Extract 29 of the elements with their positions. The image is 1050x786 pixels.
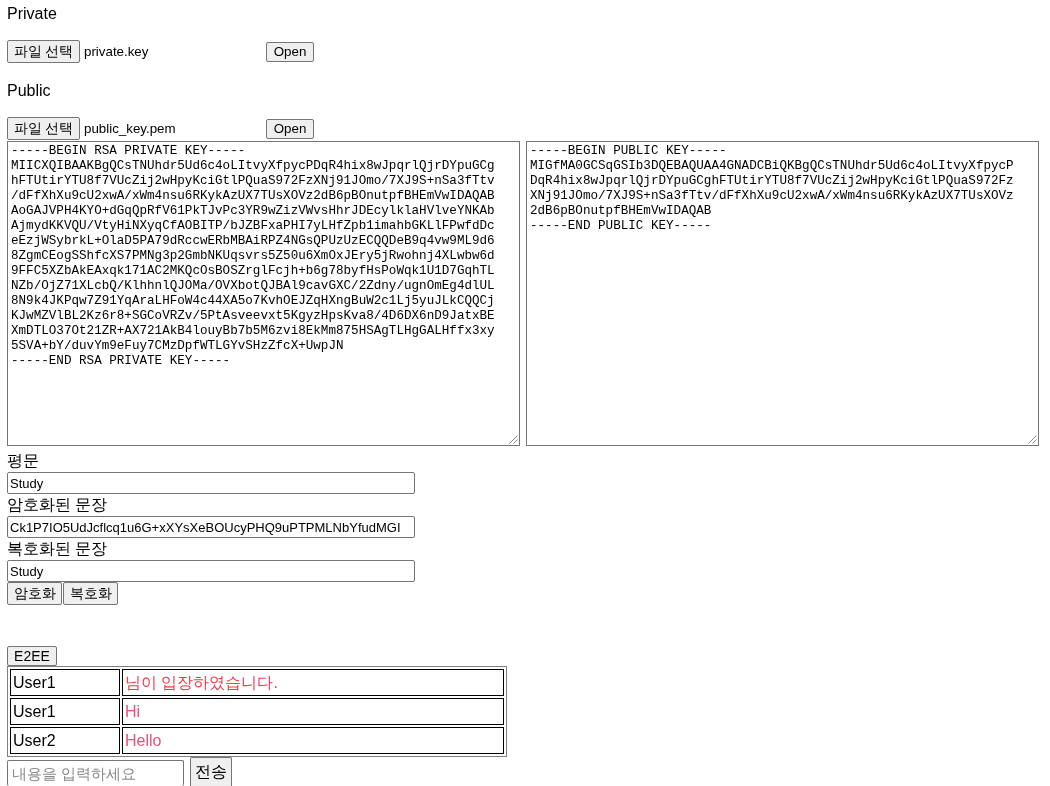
key-label: Public bbox=[7, 81, 51, 100]
key-label: Private bbox=[7, 4, 57, 23]
text-field[interactable]: Study bbox=[7, 560, 415, 582]
key-textarea[interactable]: -----BEGIN PUBLIC KEY----- MIGfMA0GCSqGSIb3DQEBAQUAA4GNADCBiQKBgQCsTNUhdr5Ud6c4oLItvyXfpycP DqR4hix8wJpqrlQjrDYpuGCghFTUtirYTU8f7VUcZij2wHpyKciGtlPQuaS972Fz XNj91JOmo/7XJ9S+nSa3fTtv/dFfXhXu9cU2xwA/xWm4nsu6RKykAzUX7TUsXOVz 2dB6pBOnutpfBHEmVwIDAQAB -----END PUBLIC KEY----- bbox=[526, 141, 1039, 446]
file-name: private.key bbox=[84, 44, 149, 59]
field-label: 평문 bbox=[7, 451, 39, 471]
choose-file-button[interactable]: 파일 선택 bbox=[7, 117, 80, 140]
e2ee-button[interactable]: E2EE bbox=[7, 646, 57, 666]
file-name: public_key.pem bbox=[84, 121, 176, 136]
resize-grip-icon[interactable] bbox=[509, 435, 518, 444]
action-button[interactable]: 암호화 bbox=[7, 582, 62, 605]
message-cell: Hello bbox=[122, 727, 504, 754]
text-field[interactable]: Ck1P7IO5UdJcflcq1u6G+xXYsXeBOUcyPHQ9uPTPMLNbYfudMGI bbox=[7, 516, 415, 538]
open-button[interactable]: Open bbox=[266, 118, 314, 139]
user-cell: User2 bbox=[10, 727, 120, 754]
message-cell: Hi bbox=[122, 698, 504, 725]
message-input[interactable]: 내용을 입력하세요 bbox=[7, 760, 184, 786]
field-label: 암호화된 문장 bbox=[7, 495, 108, 515]
text-field[interactable]: Study bbox=[7, 472, 415, 494]
user-cell: User1 bbox=[10, 669, 120, 696]
open-button[interactable]: Open bbox=[266, 41, 314, 62]
action-button[interactable]: 복호화 bbox=[63, 582, 118, 605]
field-label: 복호화된 문장 bbox=[7, 539, 108, 559]
message-cell: 님이 입장하였습니다. bbox=[122, 669, 504, 696]
key-textarea[interactable]: -----BEGIN RSA PRIVATE KEY----- MIICXQIBAAKBgQCsTNUhdr5Ud6c4oLItvyXfpycPDqR4hix8wJpqrlQjrDYpuGCg hFTUtirYTU8f7VUcZij2wHpyKciGtlPQuaS972FzXNj91JOmo/7XJ9S+nSa3fTtv /dFfXhXu9cU2xwA/xWm4nsu6RKykAzUX7TUsXOVz2dB6pBOnutpfBHEmVwIDAQAB AoGAJVPH4KYO+dGqQpRfV61PkTJvPc3YR9wZizVWvsHhrJDEcylklaHVlveYNKAb AjmydKKVQU/VtyHiNXyqCfAOBITP/bJZBFxaPHI7yLHfZpb1imahbGKLlFPwfdDc eEzjWSybrkL+OlaD5PA79dRccwERbMBAiRPZ4NGsQPUzUzECQQDeB9q4vw9ML9d6 8ZgmCEogSShfcXS7PMNg3p2GmbNKUqsvrs5Z50u6XmOxJEry5jRwohnj4XLwbw6d 9FFC5XZbAkEAxqk171AC2MKQcOsBOSZrglFcjh+b6g78byfHsPoWqk1U1D7GqhTL NZb/OjZ71XLcbQ/KlhhnlQJOMa/OVXbotQJBAl9cavGXC/2Zdny/ugnOmEg4dlUL 8N9k4JKPqw7Z91YqAraLHFoW4c44XA5o7KvhOEJZqHXngBuW2c1Lj5yuJLkCQQCj KJwMZVlBL2Kz6r8+SGCoVRZv/5PtAsveevxt5KgyzHpsKva8/4D6DX6nD9JatxBE XmDTLO37Ot21ZR+AX721AkB4louyBb7b5M6zvi8EkMm875HSAgTLHgGALHffx3xy 5SVA+bY/duvYm9eFuy7CMzDpfWTLGYvSHzZfcX+UwpJN -----END RSA PRIVATE KEY----- bbox=[7, 141, 520, 446]
send-button[interactable]: 전송 bbox=[190, 757, 232, 786]
choose-file-button[interactable]: 파일 선택 bbox=[7, 40, 80, 63]
user-cell: User1 bbox=[10, 698, 120, 725]
resize-grip-icon[interactable] bbox=[1028, 435, 1037, 444]
